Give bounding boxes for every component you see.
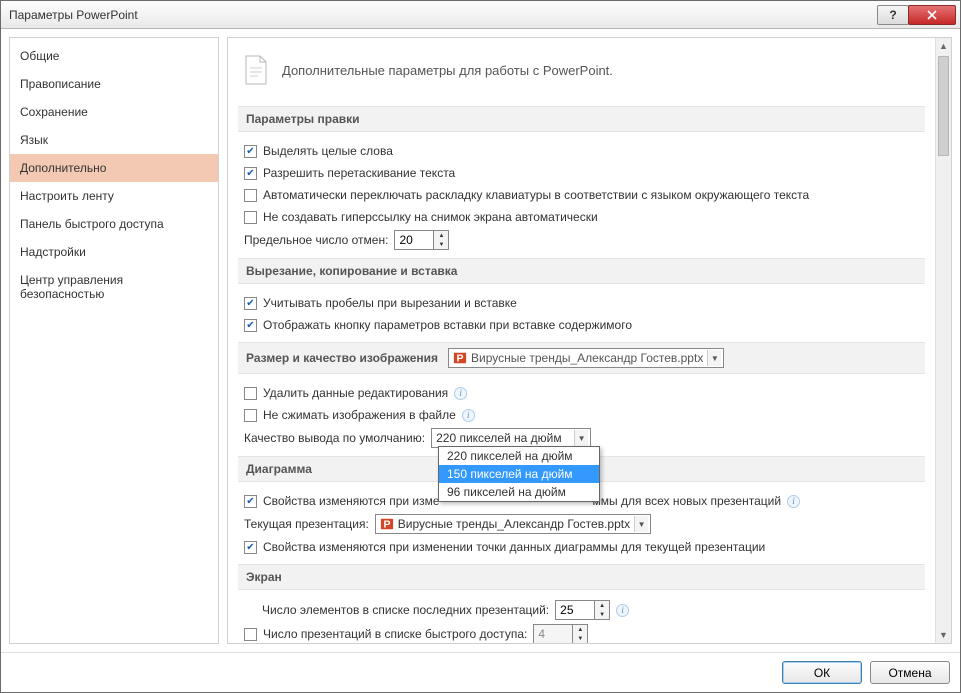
sidebar-item-language[interactable]: Язык (10, 126, 218, 154)
close-button[interactable] (908, 5, 956, 25)
info-icon[interactable]: i (454, 387, 467, 400)
quality-option-150[interactable]: 150 пикселей на дюйм (439, 465, 599, 483)
chk-quick-access[interactable] (244, 628, 257, 641)
spin-down-icon[interactable]: ▼ (595, 610, 609, 619)
main-panel: Дополнительные параметры для работы с Po… (227, 37, 952, 644)
svg-text:P: P (383, 519, 390, 531)
info-icon[interactable]: i (462, 409, 475, 422)
lbl-select-words: Выделять целые слова (263, 144, 393, 158)
quality-option-220[interactable]: 220 пикселей на дюйм (439, 447, 599, 465)
sidebar-item-proofing[interactable]: Правописание (10, 70, 218, 98)
current-pres-value: Вирусные тренды_Александр Гостев.pptx (398, 517, 630, 531)
info-icon[interactable]: i (616, 604, 629, 617)
lbl-no-hyperlink: Не создавать гиперссылку на снимок экран… (263, 210, 598, 224)
scroll-up-icon[interactable]: ▲ (936, 38, 951, 54)
sidebar-item-save[interactable]: Сохранение (10, 98, 218, 126)
spin-up-icon: ▲ (573, 625, 587, 634)
quality-dropdown: 220 пикселей на дюйм 150 пикселей на дюй… (438, 446, 600, 502)
undo-spinner[interactable]: ▲▼ (394, 230, 449, 250)
lbl-quick-access: Число презентаций в списке быстрого дост… (263, 627, 527, 641)
ok-button[interactable]: ОК (782, 661, 862, 684)
image-file-combo[interactable]: P Вирусные тренды_Александр Гостев.pptx … (448, 348, 724, 368)
titlebar: Параметры PowerPoint ? (1, 1, 960, 29)
chk-auto-kbd[interactable] (244, 189, 257, 202)
section-image-title: Размер и качество изображения P Вирусные… (238, 342, 925, 374)
chk-chart-allnew[interactable] (244, 495, 257, 508)
spin-down-icon: ▼ (573, 634, 587, 643)
quick-input (534, 625, 572, 643)
sidebar-item-trust[interactable]: Центр управления безопасностью (10, 266, 218, 308)
chevron-down-icon: ▼ (574, 430, 588, 446)
sidebar-item-general[interactable]: Общие (10, 42, 218, 70)
quality-value: 220 пикселей на дюйм (436, 431, 570, 445)
recent-spinner[interactable]: ▲▼ (555, 600, 610, 620)
chk-drag-drop[interactable] (244, 167, 257, 180)
lbl-quality: Качество вывода по умолчанию: (244, 431, 425, 445)
lbl-undo-limit: Предельное число отмен: (244, 233, 388, 247)
svg-text:P: P (456, 353, 463, 365)
sidebar: Общие Правописание Сохранение Язык Допол… (9, 37, 219, 644)
spin-up-icon[interactable]: ▲ (434, 231, 448, 240)
section-clipboard-title: Вырезание, копирование и вставка (238, 258, 925, 284)
lbl-discard: Удалить данные редактирования (263, 386, 448, 400)
spin-down-icon[interactable]: ▼ (434, 240, 448, 249)
scrollbar[interactable]: ▲ ▼ (935, 38, 951, 643)
window-title: Параметры PowerPoint (9, 8, 878, 22)
lbl-paste-btn: Отображать кнопку параметров вставки при… (263, 318, 632, 332)
chk-paste-btn[interactable] (244, 319, 257, 332)
scroll-thumb[interactable] (938, 56, 949, 156)
recent-input[interactable] (556, 601, 594, 619)
close-icon (927, 10, 937, 20)
lbl-spaces: Учитывать пробелы при вырезании и вставк… (263, 296, 517, 310)
page-heading: Дополнительные параметры для работы с Po… (282, 63, 613, 78)
chevron-down-icon: ▼ (707, 350, 721, 366)
powerpoint-icon: P (380, 517, 394, 531)
undo-input[interactable] (395, 231, 433, 249)
lbl-nocompress: Не сжимать изображения в файле (263, 408, 456, 422)
options-dialog: Параметры PowerPoint ? Общие Правописани… (0, 0, 961, 693)
page-icon (242, 54, 270, 86)
info-icon[interactable]: i (787, 495, 800, 508)
scroll-down-icon[interactable]: ▼ (936, 627, 951, 643)
chevron-down-icon: ▼ (634, 516, 648, 532)
quality-option-96[interactable]: 96 пикселей на дюйм (439, 483, 599, 501)
chk-chart-current[interactable] (244, 541, 257, 554)
lbl-chart-current: Свойства изменяются при изменении точки … (263, 540, 765, 554)
section-screen-title: Экран (238, 564, 925, 590)
spin-up-icon[interactable]: ▲ (595, 601, 609, 610)
lbl-recent: Число элементов в списке последних презе… (244, 603, 549, 617)
sidebar-item-ribbon[interactable]: Настроить ленту (10, 182, 218, 210)
lbl-auto-kbd: Автоматически переключать раскладку клав… (263, 188, 809, 202)
sidebar-item-advanced[interactable]: Дополнительно (10, 154, 218, 182)
image-file-value: Вирусные тренды_Александр Гостев.pptx (471, 351, 703, 365)
section-image-label: Размер и качество изображения (246, 351, 438, 365)
help-button[interactable]: ? (877, 5, 909, 25)
section-edit-title: Параметры правки (238, 106, 925, 132)
footer: ОК Отмена (1, 652, 960, 692)
chk-select-words[interactable] (244, 145, 257, 158)
chk-discard[interactable] (244, 387, 257, 400)
chk-nocompress[interactable] (244, 409, 257, 422)
cancel-button[interactable]: Отмена (870, 661, 950, 684)
quality-combo[interactable]: 220 пикселей на дюйм ▼ (431, 428, 591, 448)
sidebar-item-addins[interactable]: Надстройки (10, 238, 218, 266)
lbl-drag-drop: Разрешить перетаскивание текста (263, 166, 455, 180)
sidebar-item-qat[interactable]: Панель быстрого доступа (10, 210, 218, 238)
powerpoint-icon: P (453, 351, 467, 365)
chk-no-hyperlink[interactable] (244, 211, 257, 224)
current-pres-combo[interactable]: P Вирусные тренды_Александр Гостев.pptx … (375, 514, 651, 534)
chk-spaces[interactable] (244, 297, 257, 310)
lbl-current-pres: Текущая презентация: (244, 517, 369, 531)
quick-spinner: ▲▼ (533, 624, 588, 643)
